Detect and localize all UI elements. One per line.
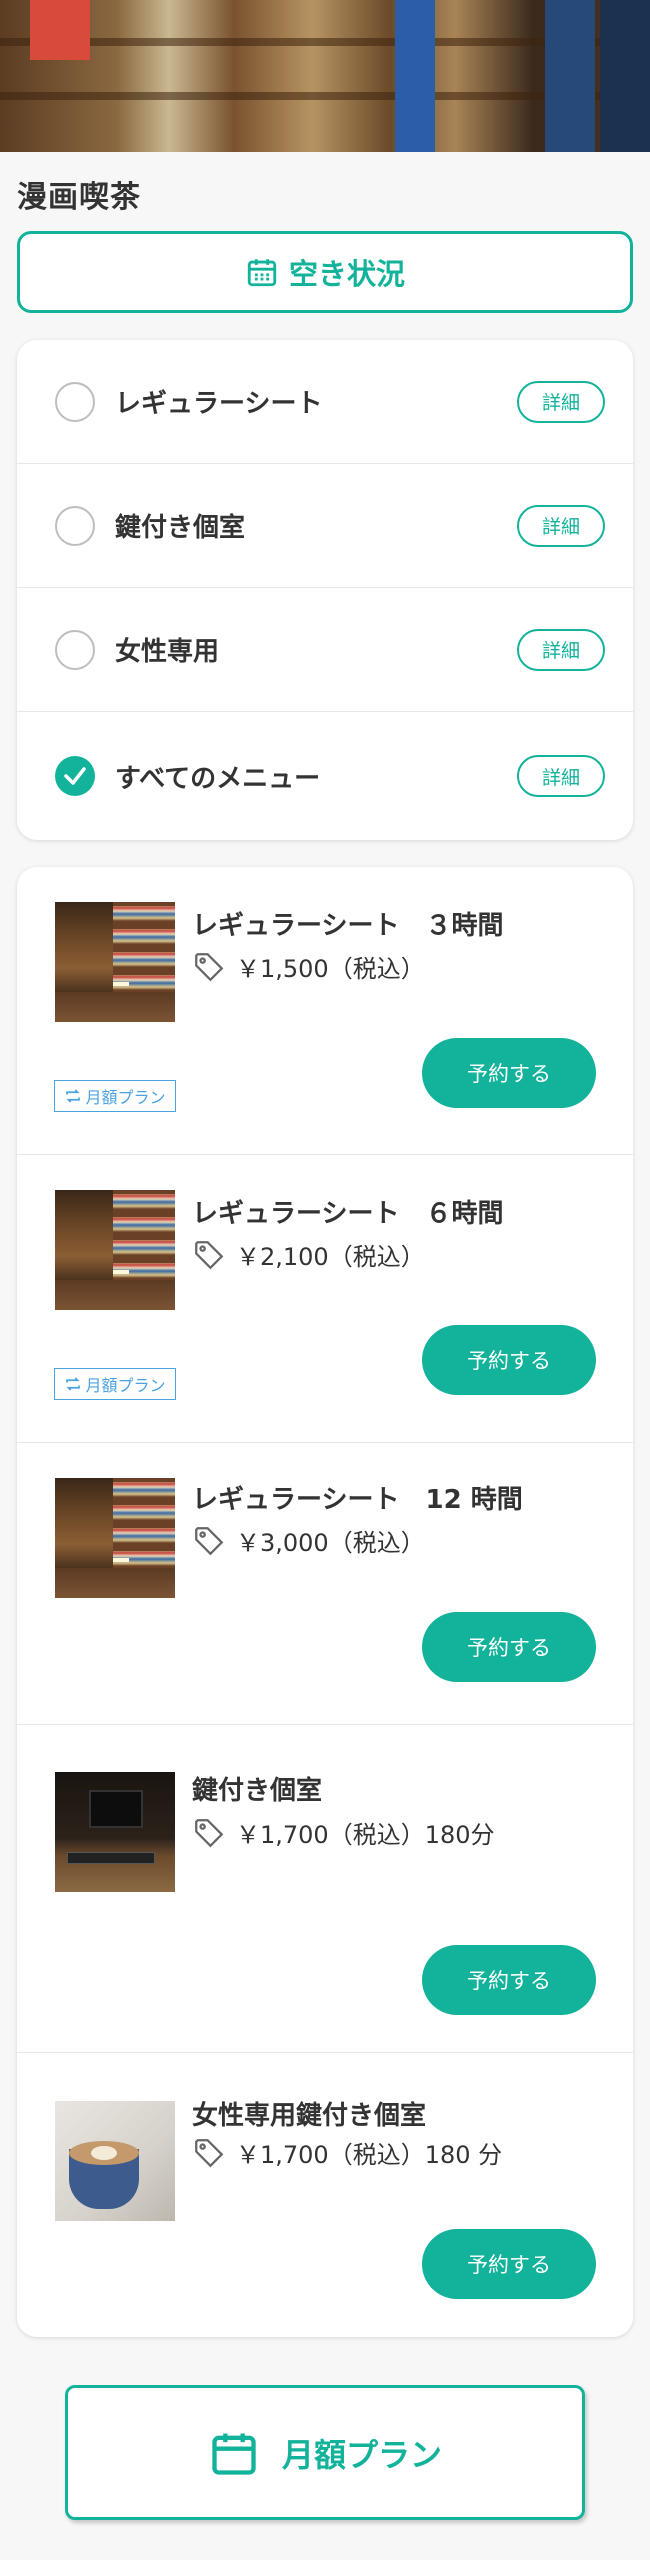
hero-book <box>395 0 435 152</box>
monthly-plan-tag: 月額プラン <box>54 1080 176 1112</box>
price-tag-icon <box>195 1818 224 1847</box>
menu-item: レギュラーシート ３時間 ￥1,500（税込） 予約する 月額プラン <box>17 867 633 1155</box>
bookshelf-photo <box>55 1190 175 1310</box>
monthly-plan-tag-label: 月額プラン <box>85 1088 166 1107</box>
menu-item: レギュラーシート ６時間 ￥2,100（税込） 予約する 月額プラン <box>17 1155 633 1443</box>
filter-row-private-room[interactable]: 鍵付き個室 詳細 <box>17 464 633 588</box>
calendar-icon <box>212 2433 256 2475</box>
menu-item: 女性専用鍵付き個室 ￥1,700（税込）180 分 予約する <box>17 2053 633 2337</box>
menu-item-title: レギュラーシート ３時間 <box>192 911 504 941</box>
repeat-icon <box>66 1089 81 1103</box>
reserve-button[interactable]: 予約する <box>422 1945 596 2015</box>
filter-row-regular[interactable]: レギュラーシート 詳細 <box>17 340 633 464</box>
price-tag-icon <box>195 1240 224 1269</box>
repeat-icon <box>66 1377 81 1391</box>
hero-image <box>0 0 650 152</box>
bookshelf-photo <box>55 902 175 1022</box>
radio-button[interactable] <box>55 381 95 422</box>
shop-name: 漫画喫茶 <box>17 180 141 215</box>
menu-item-price: ￥2,100（税込） <box>192 1237 425 1272</box>
availability-button[interactable]: 空き状況 <box>17 231 633 313</box>
radio-button[interactable] <box>55 505 95 546</box>
menu-filter-list: レギュラーシート 詳細 鍵付き個室 詳細 女性専用 詳細 すべてのメニュー 詳細 <box>17 340 633 840</box>
reserve-button[interactable]: 予約する <box>422 1038 596 1108</box>
monthly-plan-tag: 月額プラン <box>54 1368 176 1400</box>
filter-label: すべてのメニュー <box>115 763 321 794</box>
desk-photo <box>55 1772 175 1892</box>
check-icon <box>64 767 86 785</box>
price-text: ￥1,500（税込） <box>236 955 425 983</box>
menu-item-price: ￥1,700（税込）180分 <box>192 1815 495 1850</box>
menu-item-title: レギュラーシート 12 時間 <box>192 1485 523 1515</box>
monthly-plan-button[interactable]: 月額プラン <box>65 2385 585 2520</box>
monthly-plan-tag-label: 月額プラン <box>85 1376 166 1395</box>
reserve-button[interactable]: 予約する <box>422 1612 596 1682</box>
menu-item-price: ￥1,700（税込）180 分 <box>192 2135 502 2170</box>
calendar-icon <box>247 259 277 287</box>
detail-button[interactable]: 詳細 <box>517 755 605 797</box>
filter-label: レギュラーシート <box>115 389 323 419</box>
filter-label: 女性専用 <box>115 637 220 667</box>
menu-item: レギュラーシート 12 時間 ￥3,000（税込） 予約する <box>17 1443 633 1725</box>
menu-item-title: レギュラーシート ６時間 <box>192 1199 504 1229</box>
filter-row-all-menus[interactable]: すべてのメニュー 詳細 <box>17 712 633 840</box>
menu-item-price: ￥3,000（税込） <box>192 1523 425 1558</box>
filter-label: 鍵付き個室 <box>115 513 246 543</box>
menu-item: 鍵付き個室 ￥1,700（税込）180分 予約する <box>17 1725 633 2053</box>
price-text: ￥1,700（税込）180 分 <box>236 2141 503 2169</box>
price-text: ￥1,700（税込）180分 <box>236 1821 495 1849</box>
reserve-button[interactable]: 予約する <box>422 1325 596 1395</box>
bookshelf-photo <box>55 1478 175 1598</box>
radio-button-checked[interactable] <box>55 756 95 796</box>
price-tag-icon <box>195 952 224 981</box>
detail-button[interactable]: 詳細 <box>517 628 605 671</box>
menu-item-price: ￥1,500（税込） <box>192 949 425 984</box>
reserve-button[interactable]: 予約する <box>422 2229 596 2299</box>
price-tag-icon <box>195 1526 224 1555</box>
detail-button[interactable]: 詳細 <box>517 504 605 547</box>
price-text: ￥2,100（税込） <box>236 1243 425 1271</box>
hero-book <box>30 0 90 60</box>
price-tag-icon <box>195 2138 224 2167</box>
hero-book <box>545 0 595 152</box>
radio-button[interactable] <box>55 629 95 670</box>
availability-label: 空き状況 <box>288 257 405 291</box>
menu-list: レギュラーシート ３時間 ￥1,500（税込） 予約する 月額プラン レギュラー… <box>17 867 633 2337</box>
detail-button[interactable]: 詳細 <box>517 380 605 423</box>
menu-item-title: 鍵付き個室 <box>192 1776 323 1806</box>
menu-item-title: 女性専用鍵付き個室 <box>192 2101 427 2131</box>
monthly-plan-label: 月額プラン <box>281 2435 442 2474</box>
hero-book <box>600 0 650 152</box>
filter-row-women-only[interactable]: 女性専用 詳細 <box>17 588 633 712</box>
coffee-photo <box>55 2101 175 2221</box>
price-text: ￥3,000（税込） <box>236 1529 425 1557</box>
